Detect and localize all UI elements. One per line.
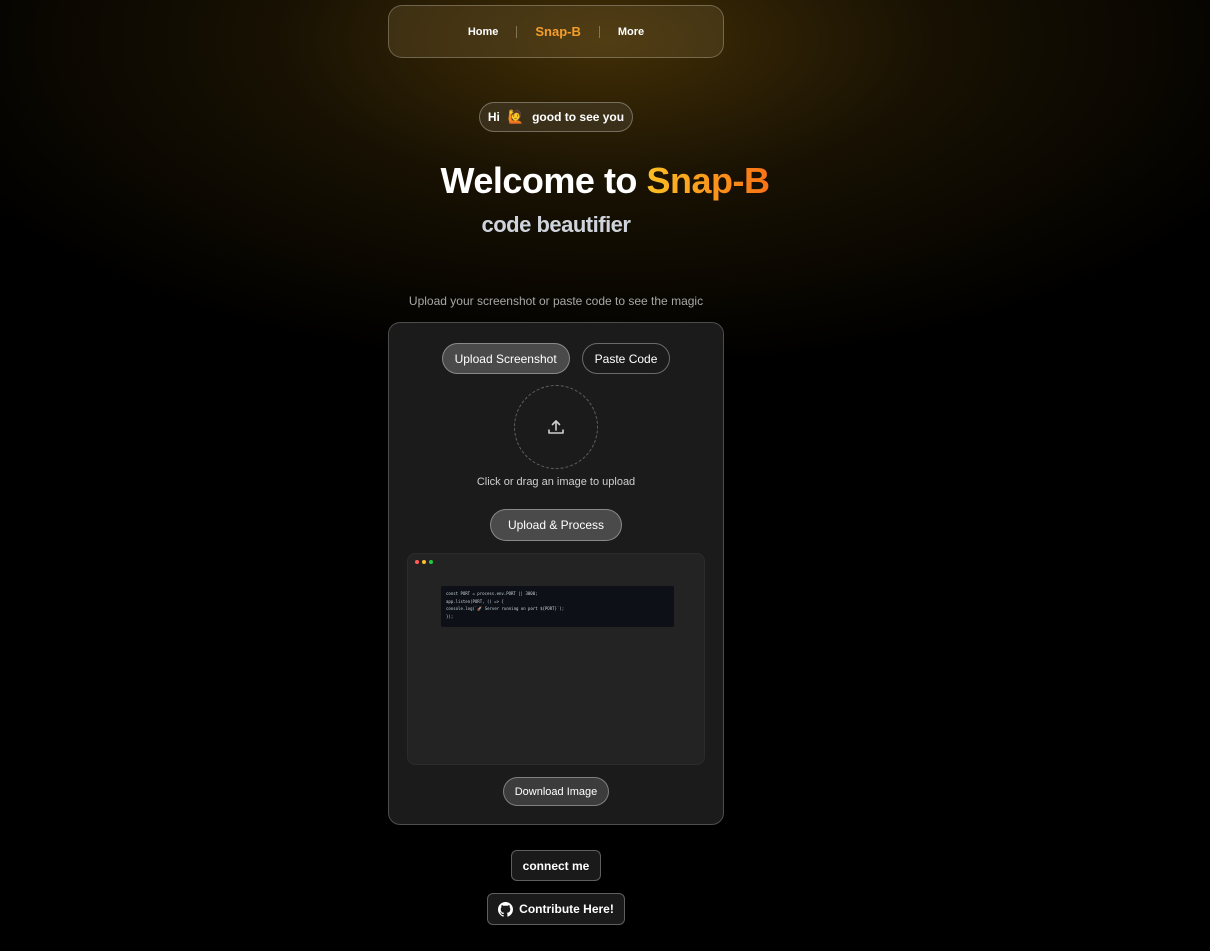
code-preview: const PORT = process.env.PORT || 3000; a… [407, 553, 705, 765]
upload-icon [548, 420, 564, 434]
waving-person-icon: 🙋 [507, 109, 525, 124]
window-maximize-dot [429, 560, 433, 564]
top-nav: Home Snap-B More [388, 5, 724, 58]
tab-upload-screenshot[interactable]: Upload Screenshot [441, 343, 570, 374]
code-line: app.listen(PORT, () => { [446, 598, 504, 604]
nav-home-link[interactable]: Home [450, 26, 517, 38]
connect-me-button[interactable]: connect me [511, 850, 601, 881]
greeting-hi: Hi [487, 110, 500, 124]
tab-paste-code[interactable]: Paste Code [581, 343, 671, 374]
upload-panel: Upload Screenshot Paste Code Click or dr… [388, 322, 724, 825]
code-line: }); [446, 613, 454, 619]
title-prefix: Welcome to [440, 160, 638, 201]
page-title: Welcome to Snap-B [50, 160, 1160, 202]
code-snippet: const PORT = process.env.PORT || 3000; a… [441, 586, 674, 627]
nav-brand-link[interactable]: Snap-B [517, 24, 599, 39]
upload-process-button[interactable]: Upload & Process [490, 509, 622, 541]
code-line: const PORT = process.env.PORT || 3000; [446, 591, 538, 596]
nav-more-link[interactable]: More [600, 26, 662, 38]
title-brand: Snap-B [646, 160, 770, 201]
code-line: console.log(`🚀 Server running on port ${… [446, 606, 565, 611]
mode-tabs: Upload Screenshot Paste Code [389, 343, 723, 374]
upload-hint: Click or drag an image to upload [476, 476, 636, 488]
contribute-label: Contribute Here! [519, 902, 614, 916]
page-subtitle: code beautifier [481, 212, 631, 237]
greeting-text: good to see you [532, 110, 625, 124]
greeting-badge: Hi 🙋 good to see you [479, 102, 633, 132]
github-icon [498, 901, 514, 917]
tagline: Upload your screenshot or paste code to … [408, 294, 704, 308]
contribute-button[interactable]: Contribute Here! [487, 893, 625, 925]
window-minimize-dot [422, 560, 426, 564]
download-image-button[interactable]: Download Image [503, 777, 609, 806]
window-controls [415, 560, 433, 564]
window-close-dot [415, 560, 419, 564]
upload-dropzone[interactable] [514, 385, 598, 469]
